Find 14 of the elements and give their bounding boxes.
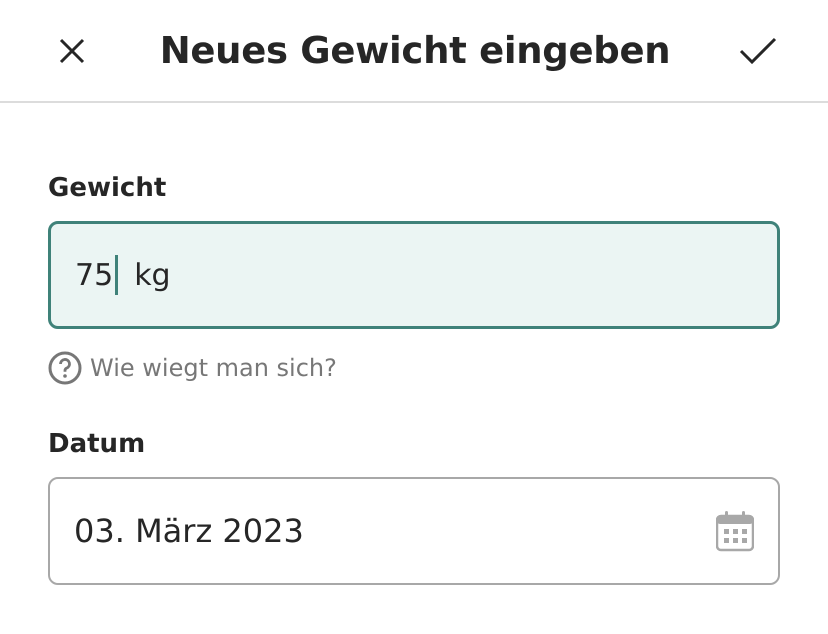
page-title: Neues Gewicht eingeben xyxy=(160,29,670,72)
field-value: 75 xyxy=(75,258,114,292)
help-icon xyxy=(48,351,82,385)
unit-label: kg xyxy=(134,258,171,292)
weight-field[interactable]: 75 kg xyxy=(48,221,780,329)
field-value: 03. März 2023 xyxy=(74,512,305,550)
calendar-icon xyxy=(716,510,754,552)
checkmark-icon xyxy=(739,36,777,64)
close-icon xyxy=(59,38,85,64)
help-link[interactable]: Wie wiegt man sich? xyxy=(48,351,337,385)
text-cursor xyxy=(115,255,118,295)
field-label: Datum xyxy=(48,429,146,459)
date-field[interactable]: 03. März 2023 xyxy=(48,477,780,585)
field-label: Gewicht xyxy=(48,173,168,203)
